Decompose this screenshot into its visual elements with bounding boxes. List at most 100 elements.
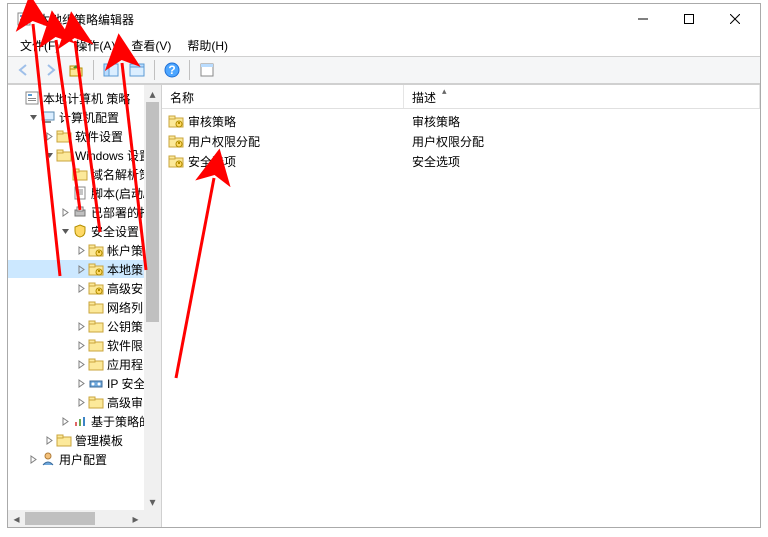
tree-item[interactable]: 软件设置 [8, 127, 161, 145]
item-desc: 用户权限分配 [404, 133, 484, 150]
expander-icon[interactable] [26, 452, 40, 466]
tree-item[interactable]: 已部署的打 [8, 203, 161, 221]
tree-item[interactable]: 应用程 [8, 355, 161, 373]
expander-icon[interactable] [74, 376, 88, 390]
printer-icon [72, 204, 88, 220]
folder-icon [88, 318, 104, 334]
expander-icon[interactable] [74, 262, 88, 276]
tree-item[interactable]: 基于策略的 [8, 412, 161, 430]
expander-icon[interactable] [74, 243, 88, 257]
tree-item[interactable]: 网络列 [8, 298, 161, 316]
expander-icon[interactable] [74, 281, 88, 295]
tree-item[interactable]: Windows 设置 [8, 146, 161, 164]
folder-icon [72, 166, 88, 182]
expander-icon[interactable] [74, 300, 88, 314]
expander-icon[interactable] [74, 357, 88, 371]
properties-button[interactable] [195, 58, 219, 82]
close-button[interactable] [712, 5, 758, 33]
tree-item[interactable]: 安全设置 [8, 222, 161, 240]
tree-item[interactable]: 管理模板 [8, 431, 161, 449]
scroll-corner [144, 510, 161, 527]
tree-item[interactable]: IP 安全 [8, 374, 161, 392]
tree-item[interactable]: 高级审 [8, 393, 161, 411]
computer-icon [40, 109, 56, 125]
expander-icon[interactable] [58, 186, 72, 200]
minimize-button[interactable] [620, 5, 666, 33]
tree-item[interactable]: 本地策 [8, 260, 161, 278]
menubar: 文件(F) 操作(A) 查看(V) 帮助(H) [8, 34, 760, 56]
tree-root[interactable]: 本地计算机 策略 [8, 89, 161, 107]
script-icon [72, 185, 88, 201]
maximize-button[interactable] [666, 5, 712, 33]
folder-icon [56, 432, 72, 448]
column-desc[interactable]: 描述 [404, 85, 760, 108]
tree-label: 软件设置 [75, 128, 123, 145]
tree-item[interactable]: 软件限 [8, 336, 161, 354]
list-item[interactable]: 安全选项安全选项 [162, 151, 760, 171]
tree-label: Windows 设置 [75, 147, 151, 164]
expander-icon[interactable] [10, 91, 24, 105]
tree-label: 应用程 [107, 356, 143, 373]
ipsec-icon [88, 375, 104, 391]
up-button[interactable] [64, 58, 88, 82]
forward-button[interactable] [38, 58, 62, 82]
scroll-left-icon[interactable]: ◂ [8, 510, 25, 527]
tree-label: 本地计算机 策略 [43, 90, 130, 107]
menu-view[interactable]: 查看(V) [123, 35, 179, 56]
scroll-up-icon[interactable]: ▴ [144, 85, 161, 102]
expander-icon[interactable] [74, 338, 88, 352]
scroll-right-icon[interactable]: ▸ [127, 510, 144, 527]
export-list-button[interactable] [125, 58, 149, 82]
tree-scrollbar-vertical[interactable]: ▴ ▾ [144, 85, 161, 510]
tree-scrollbar-horizontal[interactable]: ◂ ▸ [8, 510, 161, 527]
menu-action[interactable]: 操作(A) [67, 35, 123, 56]
expander-icon[interactable] [58, 224, 72, 238]
tree-item[interactable]: 公钥策 [8, 317, 161, 335]
tree-label: 域名解析策 [91, 166, 151, 183]
titlebar: 本地组策略编辑器 [8, 4, 760, 34]
folder-sec-icon [168, 133, 184, 149]
item-desc: 安全选项 [404, 153, 460, 170]
folder-sec-icon [168, 113, 184, 129]
scroll-thumb[interactable] [146, 102, 159, 322]
tree-item[interactable]: 计算机配置 [8, 108, 161, 126]
folder-sec-icon [88, 280, 104, 296]
expander-icon[interactable] [74, 395, 88, 409]
tree-label: 计算机配置 [59, 109, 119, 126]
tree-label: 已部署的打 [91, 204, 151, 221]
column-name[interactable]: 名称 [162, 85, 404, 108]
expander-icon[interactable] [26, 110, 40, 124]
menu-help[interactable]: 帮助(H) [179, 35, 236, 56]
scroll-thumb[interactable] [25, 512, 95, 525]
scroll-down-icon[interactable]: ▾ [144, 493, 161, 510]
tree-item[interactable]: 高级安 [8, 279, 161, 297]
tree-item[interactable]: 用户配置 [8, 450, 161, 468]
expander-icon[interactable] [42, 433, 56, 447]
menu-file[interactable]: 文件(F) [12, 35, 67, 56]
tree-label: IP 安全 [107, 375, 145, 392]
expander-icon[interactable] [58, 205, 72, 219]
gpedit-icon [24, 90, 40, 106]
list-item[interactable]: 审核策略审核策略 [162, 111, 760, 131]
expander-icon[interactable] [74, 319, 88, 333]
tree-label: 管理模板 [75, 432, 123, 449]
tree-label: 安全设置 [91, 223, 139, 240]
list-item[interactable]: 用户权限分配用户权限分配 [162, 131, 760, 151]
folder-sec-icon [88, 242, 104, 258]
folder-icon [56, 147, 72, 163]
tree-label: 网络列 [107, 299, 143, 316]
tree-item[interactable]: 脚本(启动/ [8, 184, 161, 202]
tree-item[interactable]: 域名解析策 [8, 165, 161, 183]
tree-item[interactable]: 帐户策 [8, 241, 161, 259]
tree-label: 本地策 [107, 261, 143, 278]
window-title: 本地组策略编辑器 [38, 11, 620, 28]
back-button[interactable] [12, 58, 36, 82]
svg-text:?: ? [168, 63, 175, 77]
help-button[interactable]: ? [160, 58, 184, 82]
expander-icon[interactable] [42, 129, 56, 143]
expander-icon[interactable] [42, 148, 56, 162]
item-name: 审核策略 [188, 113, 236, 130]
show-hide-tree-button[interactable] [99, 58, 123, 82]
expander-icon[interactable] [58, 414, 72, 428]
expander-icon[interactable] [58, 167, 72, 181]
